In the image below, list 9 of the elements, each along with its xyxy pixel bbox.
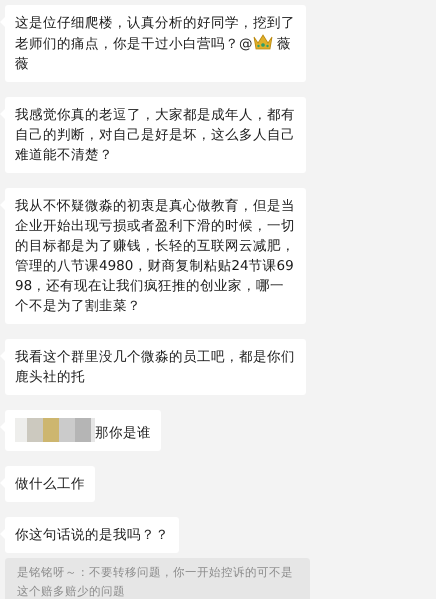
message-text: 我感觉你真的老逗了，大家都是成年人，都有自己的判断，对自己是好是坏，这么多人自己难道能不清楚？ bbox=[15, 107, 295, 163]
message-text: 做什么工作 bbox=[15, 476, 85, 492]
quote-text: 是铭铭呀～：不要转移问题，你一开始控诉的可不是这个赔多赔少的问题 bbox=[17, 565, 293, 598]
message-text: 我从不怀疑微淼的初衷是真心做教育，但是当企业开始出现亏损或者盈利下滑的时候，一切的目标都是为了赚钱，长轻的互联网云减肥，管理的八节课4980，财商复制粘贴24节课6998，还有现在让我们疯狂推的创业家，哪一个不是为了割韭菜？ bbox=[15, 198, 295, 314]
message-text: 这是位仔细爬楼，认真分析的好同学，挖到了老师们的痛点，你是干过小白营吗？@ 薇薇 bbox=[15, 14, 296, 74]
crown-icon bbox=[252, 33, 272, 51]
message-text: 我看这个群里没几个微淼的员工吧，都是你们鹿头社的托 bbox=[15, 349, 295, 385]
message-text: 你这句话说的是我吗？？ bbox=[15, 527, 169, 543]
message-text: 那你是谁 bbox=[95, 425, 151, 441]
